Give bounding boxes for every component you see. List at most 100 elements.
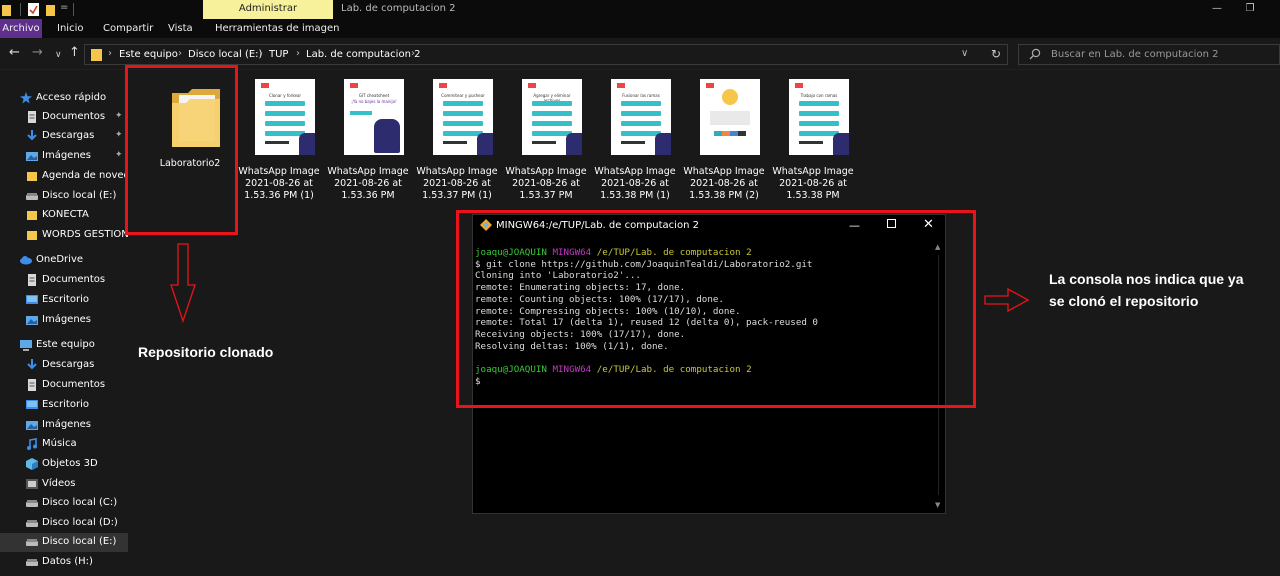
- image-file-item[interactable]: Trabajo con ramas WhatsApp Image 2021-08-…: [771, 79, 855, 201]
- tab-inicio[interactable]: Inicio: [57, 19, 83, 38]
- new-folder-icon[interactable]: [46, 3, 55, 16]
- sidebar-item-label: Disco local (C:): [42, 497, 118, 508]
- sidebar-item[interactable]: Disco local (D:): [0, 514, 128, 533]
- tab-compartir[interactable]: Compartir: [103, 19, 153, 38]
- file-name-label: WhatsApp Image 2021-08-26 at 1.53.38 PM: [772, 166, 854, 201]
- sidebar-item[interactable]: Descargas ✦: [0, 127, 128, 146]
- music-icon: [27, 438, 37, 450]
- documents-icon: [28, 111, 36, 123]
- address-bar[interactable]: › Este equipo › Disco local (E:) › TUP ›…: [84, 44, 1008, 65]
- thumbnail-logo: [706, 83, 714, 88]
- sidebar-item[interactable]: KONECTA: [0, 206, 128, 225]
- down-arrow-annotation-icon: [170, 243, 196, 323]
- sidebar-item[interactable]: Este equipo: [0, 336, 128, 355]
- search-icon: [1029, 48, 1041, 60]
- folder-icon: [91, 49, 102, 61]
- breadcrumb-separator[interactable]: ›: [178, 48, 182, 59]
- restore-button[interactable]: ❐: [1238, 0, 1262, 19]
- forward-button[interactable]: →: [32, 46, 43, 60]
- sidebar-item-label: Descargas: [42, 359, 95, 370]
- thumbnail-button-bar: [532, 111, 572, 116]
- thumbnail-logo: [439, 83, 447, 88]
- breadcrumb-disco-local-e[interactable]: Disco local (E:): [188, 49, 262, 60]
- pin-icon: ✦: [115, 130, 123, 140]
- image-thumbnail: Clonar y forkear: [255, 79, 315, 155]
- sidebar-item[interactable]: Imágenes: [0, 416, 128, 435]
- sidebar-item[interactable]: Disco local (E:): [0, 187, 128, 206]
- sidebar-item[interactable]: Disco local (E:): [0, 533, 128, 552]
- sidebar-item-label: Imágenes: [42, 314, 92, 325]
- sidebar-item[interactable]: Imágenes ✦: [0, 147, 128, 166]
- image-thumbnail: GIT cheatsheet ¡Ya no bajes la manija!: [344, 79, 404, 155]
- sidebar-item[interactable]: Descargas: [0, 356, 128, 375]
- up-button[interactable]: ↑: [69, 46, 80, 60]
- scroll-down-arrow[interactable]: ▼: [935, 501, 940, 509]
- image-file-item[interactable]: Fusionar las ramas WhatsApp Image 2021-08…: [593, 79, 677, 201]
- image-file-item[interactable]: WhatsApp Image 2021-08-26 at 1.53.38 PM …: [682, 79, 766, 201]
- cloud-icon: [20, 256, 32, 265]
- search-input[interactable]: [1051, 47, 1271, 62]
- sidebar-item[interactable]: Documentos ✦: [0, 108, 128, 127]
- tab-archivo[interactable]: Archivo: [0, 19, 42, 38]
- thumbnail-button-bar: [443, 121, 483, 126]
- sidebar-item[interactable]: Escritorio: [0, 291, 128, 310]
- thumbnail-button-bar: [265, 101, 305, 106]
- thumbnail-button-bar: [532, 101, 572, 106]
- breadcrumb-separator[interactable]: ›: [259, 48, 263, 59]
- breadcrumb-tup[interactable]: TUP: [269, 49, 288, 60]
- thumbnail-logo: [350, 83, 358, 88]
- breadcrumb-separator[interactable]: ›: [296, 48, 300, 59]
- sidebar-item[interactable]: Imágenes: [0, 311, 128, 330]
- sidebar-item[interactable]: Música: [0, 435, 128, 454]
- minimize-button[interactable]: —: [1205, 0, 1229, 19]
- image-thumbnail: Agregar y eliminar archivos: [522, 79, 582, 155]
- sidebar-item[interactable]: Agenda de novedades: [0, 167, 128, 186]
- thumbnail-mascot-icon: [833, 133, 849, 155]
- thumbnail-footer-bar: [532, 141, 556, 144]
- thumbnail-text-block: [710, 111, 750, 125]
- thumbnail-button-bar: [799, 101, 839, 106]
- manage-contextual-tab[interactable]: Administrar: [203, 0, 333, 19]
- thumbnail-button-bar: [265, 111, 305, 116]
- thumbnail-tag-icon: [350, 111, 372, 115]
- image-thumbnail: Commitear y pushear: [433, 79, 493, 155]
- image-file-item[interactable]: Commitear y pushear WhatsApp Image 2021-0…: [415, 79, 499, 201]
- image-file-item[interactable]: Agregar y eliminar archivos WhatsApp Imag…: [504, 79, 588, 201]
- properties-icon[interactable]: [28, 3, 39, 16]
- recent-locations-button[interactable]: ∨: [55, 48, 62, 62]
- sidebar-item[interactable]: Vídeos: [0, 475, 128, 494]
- sidebar-item[interactable]: Documentos: [0, 376, 128, 395]
- sidebar-item[interactable]: OneDrive: [0, 251, 128, 270]
- image-thumbnail: Trabajo con ramas: [789, 79, 849, 155]
- image-file-item[interactable]: GIT cheatsheet ¡Ya no bajes la manija! Wha…: [326, 79, 410, 201]
- sidebar-item[interactable]: Objetos 3D: [0, 455, 128, 474]
- pin-icon: ✦: [115, 111, 123, 121]
- breadcrumb-separator[interactable]: ›: [108, 48, 112, 59]
- tab-vista[interactable]: Vista: [168, 19, 193, 38]
- folder-icon: [27, 211, 37, 220]
- sidebar-item[interactable]: WORDS GESTION: [0, 226, 128, 245]
- breadcrumb-lab-de-computacion-2[interactable]: Lab. de computacion 2: [306, 49, 420, 60]
- address-dropdown-button[interactable]: ∨: [961, 48, 968, 59]
- sidebar-item[interactable]: Disco local (C:): [0, 494, 128, 513]
- refresh-button[interactable]: ↻: [991, 47, 1001, 61]
- back-button[interactable]: ←: [9, 46, 20, 60]
- thumbnail-footer-bar: [799, 141, 823, 144]
- image-file-item[interactable]: Clonar y forkear WhatsApp Image 2021-08-2…: [237, 79, 321, 201]
- desktop-icon: [26, 295, 38, 304]
- tab-herramientas-de-imagen[interactable]: Herramientas de imagen: [215, 19, 339, 38]
- desktop-icon: [26, 400, 38, 409]
- breadcrumb-este-equipo[interactable]: Este equipo: [119, 49, 178, 60]
- customize-quick-access-button[interactable]: =: [60, 2, 68, 15]
- sidebar-item-label: WORDS GESTION: [42, 229, 128, 240]
- breadcrumb-separator[interactable]: ›: [411, 48, 415, 59]
- sidebar-item[interactable]: Documentos: [0, 271, 128, 290]
- folder-icon: [27, 172, 37, 181]
- sidebar-item[interactable]: Datos (H:): [0, 553, 128, 572]
- thumbnail-title: Trabajo con ramas: [800, 93, 838, 98]
- thumbnail-mascot-icon: [655, 133, 671, 155]
- annotation-box-repository: [125, 65, 238, 235]
- sidebar-item[interactable]: Acceso rápido: [0, 89, 128, 108]
- sidebar-item[interactable]: Escritorio: [0, 396, 128, 415]
- sidebar-item-label: Este equipo: [36, 339, 95, 350]
